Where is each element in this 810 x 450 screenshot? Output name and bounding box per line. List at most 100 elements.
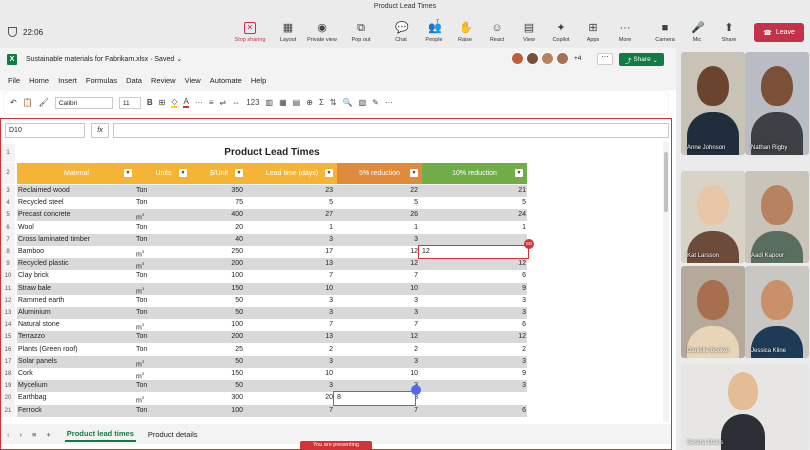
cell-5pct[interactable]: 3 (337, 307, 418, 318)
insert-function-icon[interactable]: fx (91, 123, 109, 138)
cell-lead-time[interactable]: 3 (247, 295, 333, 306)
header-material[interactable]: Material ▼ (17, 163, 136, 184)
cell-5pct[interactable]: 3 (337, 234, 418, 245)
avatar[interactable] (556, 52, 569, 65)
share-button[interactable]: ⬆ Share (709, 22, 749, 43)
pop-out-button[interactable]: ⧉ Pop out (341, 22, 381, 43)
cell-price[interactable]: 100 (191, 405, 243, 416)
participant-tile[interactable]: Jessica Kline (745, 266, 809, 358)
cell-material[interactable]: Cross laminated timber (18, 234, 136, 245)
cell-5pct[interactable]: 22 (337, 185, 418, 196)
cell-lead-time[interactable]: 2 (247, 344, 333, 355)
file-name[interactable]: Sustainable materials for Fabrikam.xlsx … (26, 55, 182, 63)
insert-icon[interactable]: ⊕ (306, 98, 313, 107)
cell-5pct[interactable]: 12 (337, 331, 418, 342)
cell-price[interactable]: 40 (191, 234, 243, 245)
row-number[interactable]: 14 (1, 319, 15, 332)
cell-unit[interactable]: Ton (136, 405, 191, 416)
participant-tile[interactable]: Danielle Booker (681, 266, 745, 358)
row-number[interactable]: 19 (1, 380, 15, 393)
header-usd[interactable]: $/Unit ▼ (191, 163, 247, 184)
menu-view[interactable]: View (185, 76, 201, 85)
row-number[interactable]: 6 (1, 221, 15, 234)
cell-material[interactable]: Clay brick (18, 270, 136, 281)
filter-dropdown-icon[interactable]: ▼ (325, 169, 333, 177)
row-number[interactable]: 4 (1, 197, 15, 210)
header-lead[interactable]: Lead time (days) ▼ (247, 163, 337, 184)
cell-lead-time[interactable]: 27 (247, 209, 333, 220)
cell-unit[interactable]: Ton (136, 331, 191, 342)
cell-lead-time[interactable]: 7 (247, 405, 333, 416)
menu-file[interactable]: File (8, 76, 20, 85)
cell-price[interactable]: 200 (191, 331, 243, 342)
row-number[interactable]: 3 (1, 185, 15, 198)
menu-automate[interactable]: Automate (210, 76, 242, 85)
sheet-grid[interactable]: 1 2 3 4 5 6 7 8 9 10 11 12 13 14 15 16 17 18 19 20 21 Produc… (1, 142, 671, 422)
row-number[interactable]: 7 (1, 233, 15, 246)
cell-price[interactable]: 150 (191, 368, 243, 379)
menu-review[interactable]: Review (151, 76, 176, 85)
cell-price[interactable]: 75 (191, 197, 243, 208)
cell-material[interactable]: Ferrock (18, 405, 136, 416)
font-size-select[interactable]: 11 (118, 96, 141, 109)
bold-icon[interactable]: B (147, 98, 153, 107)
cell-lead-time[interactable]: 3 (247, 307, 333, 318)
cell-unit[interactable]: Ton (136, 344, 191, 355)
filter-dropdown-icon[interactable]: ▼ (124, 169, 132, 177)
editor-icon[interactable]: ✎ (372, 98, 379, 107)
cell-material[interactable]: Earthbag (18, 392, 136, 403)
cell-5pct[interactable]: 3 (337, 380, 418, 391)
cell-lead-time[interactable]: 13 (247, 258, 333, 269)
scroll-thumb[interactable] (664, 152, 668, 212)
row-number[interactable]: 9 (1, 258, 15, 271)
cell-lead-time[interactable]: 1 (247, 222, 333, 233)
cell-10pct[interactable]: 24 (422, 209, 526, 220)
cell-10pct[interactable]: 3 (422, 295, 526, 306)
cell-lead-time[interactable]: 3 (247, 234, 333, 245)
cell-lead-time[interactable]: 17 (247, 246, 333, 257)
borders-icon[interactable]: ⊞ (159, 98, 166, 107)
cell-5pct[interactable]: 12 (337, 258, 418, 269)
cell-10pct[interactable]: 6 (422, 405, 526, 416)
avatar[interactable] (511, 52, 524, 65)
cell-material[interactable]: Plants (Green roof) (18, 344, 136, 355)
sort-icon[interactable]: ⇅ (330, 98, 337, 107)
analyze-icon[interactable]: ▧ (359, 98, 367, 107)
participant-tile[interactable]: Aadi Kapoor (745, 171, 809, 263)
header-r5[interactable]: 5% reduction ▼ (337, 163, 422, 184)
ribbon-more-icon[interactable]: ··· (385, 98, 393, 107)
row-number[interactable]: 17 (1, 355, 15, 368)
avatar[interactable] (526, 52, 539, 65)
cell-10pct[interactable]: 9 (422, 283, 526, 294)
menu-home[interactable]: Home (29, 76, 49, 85)
cell-lead-time[interactable]: 3 (247, 356, 333, 367)
cell-5pct[interactable]: 3 (337, 356, 418, 367)
cell-material[interactable]: Mycelium (18, 380, 136, 391)
header-r10[interactable]: 10% reduction ▼ (422, 163, 527, 184)
cell-styles-icon[interactable]: ▤ (293, 98, 301, 107)
cell-material[interactable]: Rammed earth (18, 295, 136, 306)
next-sheet-icon[interactable]: › (20, 430, 23, 439)
cell-10pct[interactable]: 1 (422, 222, 526, 233)
cell-price[interactable]: 100 (191, 270, 243, 281)
cell-5pct[interactable]: 10 (337, 368, 418, 379)
header-units[interactable]: Units ▼ (136, 163, 191, 184)
cell-material[interactable]: Straw bale (18, 283, 136, 294)
cell-material[interactable]: Aluminium (18, 307, 136, 318)
all-sheets-icon[interactable]: ≡ (32, 430, 36, 439)
cell-price[interactable]: 150 (191, 283, 243, 294)
cell-material[interactable]: Wool (18, 222, 136, 233)
cell-unit[interactable]: Ton (136, 270, 191, 281)
cell-material[interactable]: Solar panels (18, 356, 136, 367)
row-number[interactable]: 21 (1, 404, 15, 417)
cell-5pct[interactable]: 5 (337, 197, 418, 208)
participant-tile[interactable]: Kat Larsson (681, 171, 745, 263)
row-number[interactable]: 12 (1, 294, 15, 307)
name-box[interactable]: D10 (5, 123, 85, 138)
row-number[interactable]: 1 (1, 144, 15, 162)
cell-5pct[interactable]: 7 (337, 319, 418, 330)
cell-5pct[interactable]: 2 (337, 344, 418, 355)
cell-price[interactable]: 50 (191, 380, 243, 391)
cell-5pct[interactable]: 7 (337, 270, 418, 281)
cell-price[interactable]: 400 (191, 209, 243, 220)
